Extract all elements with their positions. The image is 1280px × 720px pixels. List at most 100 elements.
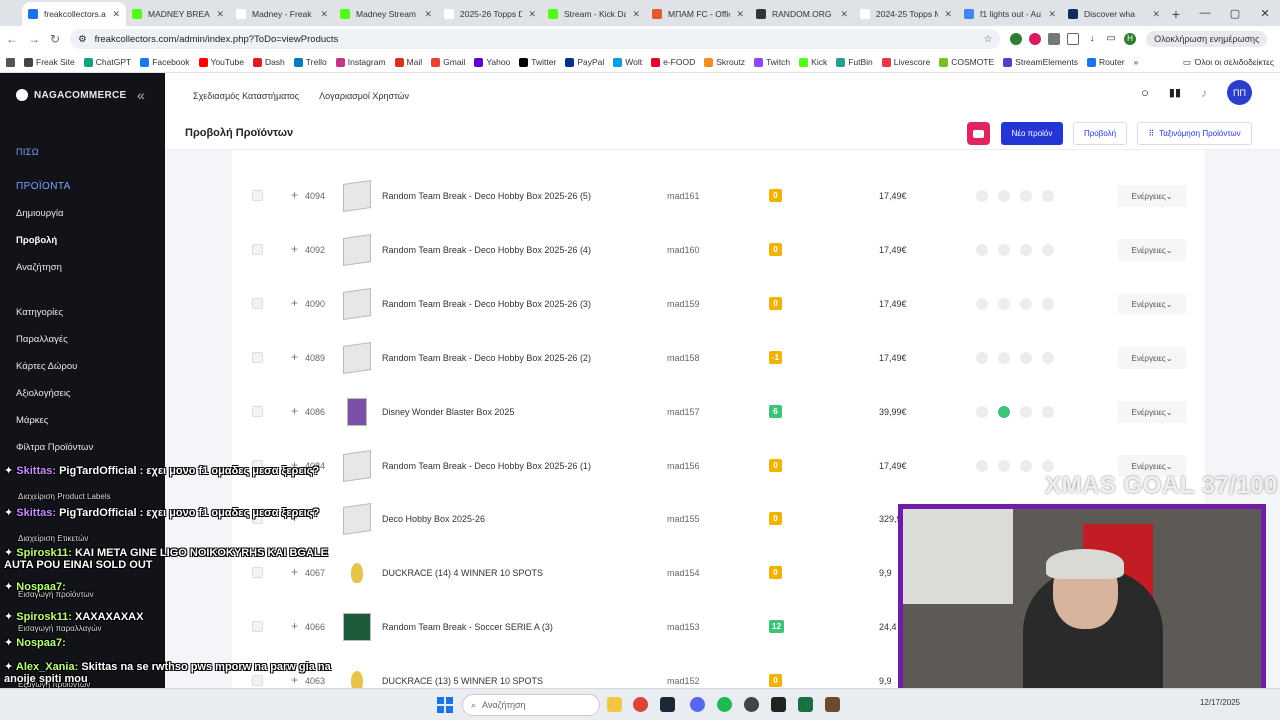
visible-eye-icon[interactable] [998, 406, 1010, 418]
tab-close-icon[interactable]: ✕ [632, 9, 640, 20]
reload-icon[interactable]: ↻ [50, 32, 60, 46]
file-explorer-icon[interactable] [607, 697, 622, 712]
visible-eye-icon[interactable] [998, 244, 1010, 256]
product-name[interactable]: Deco Hobby Box 2025-26 [382, 514, 485, 524]
table-row[interactable]: +4086 Disney Wonder Blaster Box 2025 mad15… [232, 385, 1205, 439]
extension-icon[interactable] [1029, 33, 1042, 45]
sidebar-item-brands[interactable]: Μάρκες [16, 415, 48, 426]
actions-dropdown[interactable]: Ενέργειες ⌄ [1118, 239, 1186, 261]
product-name[interactable]: Random Team Break - Deco Hobby Box 2025-… [382, 353, 591, 363]
expand-row-icon[interactable]: + [291, 458, 298, 472]
tab-close-icon[interactable]: ✕ [216, 9, 224, 20]
visible-eye-icon[interactable] [998, 460, 1010, 472]
featured-star-icon[interactable] [1020, 460, 1032, 472]
row-checkbox[interactable] [252, 298, 263, 309]
spotify-icon[interactable] [717, 697, 732, 712]
settings-icon[interactable] [1042, 244, 1054, 256]
sidebar-item-reviews[interactable]: Αξιολογήσεις [16, 388, 71, 399]
bell-icon[interactable]: ♪ [1201, 86, 1207, 100]
tab-close-icon[interactable]: ✕ [112, 9, 120, 20]
settings-icon[interactable] [1042, 406, 1054, 418]
product-name[interactable]: Random Team Break - Deco Hobby Box 2025-… [382, 191, 591, 201]
browser-tab[interactable]: Madney Stream ✕ [334, 2, 438, 26]
row-checkbox[interactable] [252, 352, 263, 363]
row-checkbox[interactable] [252, 460, 263, 471]
split-icon[interactable]: ▭ [1105, 33, 1118, 45]
sidebar-item-product-filters[interactable]: Φίλτρα Προϊόντων [16, 442, 93, 453]
google-icon[interactable] [976, 244, 988, 256]
google-icon[interactable] [976, 406, 988, 418]
featured-star-icon[interactable] [1020, 244, 1032, 256]
stats-icon[interactable]: ▮▮ [1169, 86, 1181, 99]
excel-icon[interactable] [798, 697, 813, 712]
visible-eye-icon[interactable] [998, 352, 1010, 364]
bookmark-item[interactable]: YouTube [198, 57, 244, 67]
windows-start-icon[interactable] [437, 697, 453, 713]
browser-tab[interactable]: Madney - Freak C ✕ [230, 2, 334, 26]
minimize-icon[interactable]: — [1190, 0, 1220, 26]
settings-icon[interactable] [1042, 460, 1054, 472]
profile-avatar[interactable]: H [1124, 33, 1137, 45]
apps-icon[interactable] [6, 57, 15, 67]
sidebar-item-gift-cards[interactable]: Κάρτες Δώρου [16, 361, 77, 372]
bookmark-item[interactable]: ChatGPT [83, 57, 131, 67]
sidebar-item-search[interactable]: Αναζήτηση [16, 262, 62, 273]
update-button[interactable]: Ολοκλήρωση ενημέρωσης [1146, 31, 1268, 47]
settings-icon[interactable] [1042, 190, 1054, 202]
search-icon[interactable]: ○ [1141, 85, 1149, 100]
browser-tab[interactable]: ΜΠΑΜ FC - Offic ✕ [646, 2, 750, 26]
bookmark-item[interactable]: Instagram [335, 57, 386, 67]
tab-close-icon[interactable]: ✕ [944, 9, 952, 20]
table-row[interactable]: +4090 Random Team Break - Deco Hobby Box … [232, 277, 1205, 331]
browser-tab[interactable]: 2024-25 Topps M ✕ [854, 2, 958, 26]
settings-icon[interactable] [1042, 352, 1054, 364]
bookmark-item[interactable]: Mail [394, 57, 422, 67]
featured-star-icon[interactable] [1020, 298, 1032, 310]
product-name[interactable]: Random Team Break - Soccer SERIE A (3) [382, 622, 553, 632]
bookmark-item[interactable]: COSMOTE [939, 57, 994, 67]
actions-dropdown[interactable]: Ενέργειες ⌄ [1118, 401, 1186, 423]
visible-eye-icon[interactable] [998, 298, 1010, 310]
back-arrow-icon[interactable]: ← [6, 32, 18, 46]
sidebar-item-categories[interactable]: Κατηγορίες [16, 307, 63, 318]
obs-icon[interactable] [744, 697, 759, 712]
avatar[interactable]: ΠΠ [1227, 80, 1252, 105]
bookmark-item[interactable]: Wolt [613, 57, 642, 67]
all-bookmarks[interactable]: ▭ Όλοι οι σελιδοδείκτες [1183, 57, 1274, 68]
bookmark-item[interactable]: Router [1087, 57, 1125, 67]
tab-close-icon[interactable]: ✕ [424, 9, 432, 20]
app-icon[interactable] [771, 697, 786, 712]
nav-user-accounts[interactable]: Λογαριασμοί Χρηστών [319, 91, 409, 101]
row-checkbox[interactable] [252, 244, 263, 255]
bookmark-item[interactable]: Twitter [519, 57, 556, 67]
product-name[interactable]: Random Team Break - Deco Hobby Box 2025-… [382, 299, 591, 309]
bookmark-item[interactable]: Dash [252, 57, 285, 67]
bookmark-star-icon[interactable]: ☆ [984, 34, 993, 45]
bookmark-item[interactable]: Trello [293, 57, 327, 67]
bookmark-item[interactable]: Livescore [881, 57, 930, 67]
site-info-icon[interactable]: ⚙ [78, 34, 87, 45]
google-icon[interactable] [976, 352, 988, 364]
settings-icon[interactable] [1042, 298, 1054, 310]
google-icon[interactable] [976, 460, 988, 472]
view-button[interactable]: Προβολή [1073, 122, 1127, 145]
discord-icon[interactable] [690, 697, 705, 712]
product-name[interactable]: DUCKRACE (13) 5 WINNER 10 SPOTS [382, 676, 543, 686]
row-checkbox[interactable] [252, 406, 263, 417]
expand-row-icon[interactable]: + [291, 188, 298, 202]
app-icon[interactable] [825, 697, 840, 712]
browser-tab[interactable]: 2025-26 Topps D ✕ [438, 2, 542, 26]
product-name[interactable]: Random Team Break - Deco Hobby Box 2025-… [382, 461, 591, 471]
bookmark-item[interactable]: Yahoo [474, 57, 510, 67]
tab-close-icon[interactable]: ✕ [1048, 9, 1056, 20]
forward-arrow-icon[interactable]: → [28, 32, 40, 46]
bookmark-item[interactable]: Twitch [754, 57, 790, 67]
collapse-sidebar-icon[interactable]: « [137, 87, 145, 103]
browser-tab[interactable]: RANDOM.ORG - ✕ [750, 2, 854, 26]
expand-row-icon[interactable]: + [291, 673, 298, 687]
sidebar-item-variations[interactable]: Παραλλαγές [16, 334, 68, 345]
close-icon[interactable]: ✕ [1250, 0, 1280, 26]
product-name[interactable]: Random Team Break - Deco Hobby Box 2025-… [382, 245, 591, 255]
sidebar-item-view[interactable]: Προβολή [16, 235, 57, 246]
google-icon[interactable] [976, 298, 988, 310]
